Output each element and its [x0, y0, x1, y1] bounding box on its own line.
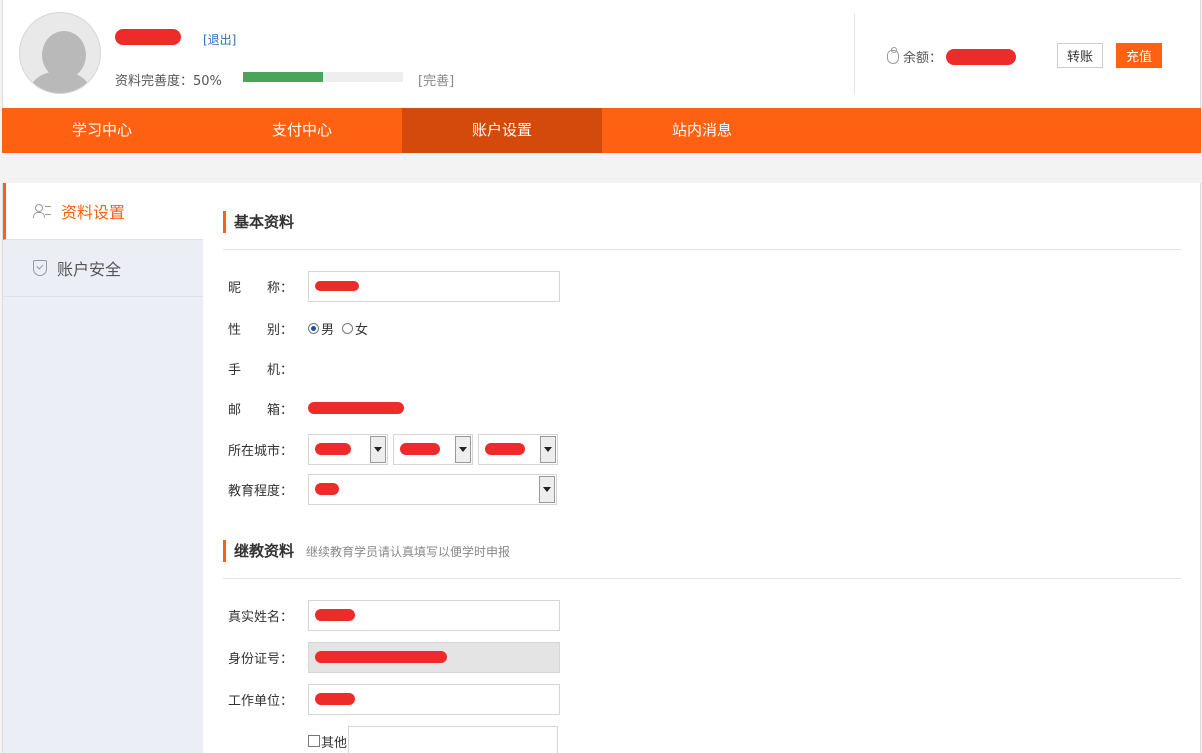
- money-bag-icon: [887, 46, 899, 64]
- workplace-row: 工作单位：: [228, 683, 560, 715]
- balance-label: 余额：: [903, 51, 943, 66]
- sidebar-item-label: 账户安全: [57, 260, 122, 279]
- workplace-input[interactable]: [308, 683, 560, 715]
- section-title-continuing: 继教资料 继续教育学员请认真填写以便学时申报: [223, 540, 510, 562]
- complete-profile-link[interactable]: [完善]: [418, 70, 454, 89]
- sidebar-item-security[interactable]: 账户安全: [3, 240, 203, 297]
- sidebar-item-label: 资料设置: [61, 203, 126, 222]
- email-redaction: [308, 402, 404, 414]
- profile-form: 基本资料 昵 称： 性 别： 男 女 手 机： 邮 箱： 所在城市： 教育程度：…: [203, 183, 1201, 753]
- balance-redaction: [946, 48, 1017, 65]
- radio-checked-icon: [308, 322, 319, 334]
- user-card-icon: [33, 204, 51, 218]
- idcard-redaction: [315, 651, 447, 663]
- workplace-label: 工作单位：: [228, 693, 294, 709]
- province-select[interactable]: [308, 433, 388, 465]
- gender-radio-female[interactable]: 女: [342, 319, 368, 338]
- gender-label: 性 别：: [228, 322, 294, 338]
- gender-row: 性 别： 男 女: [228, 313, 376, 343]
- city-label: 所在城市：: [228, 443, 294, 459]
- avatar-shoulder: [30, 71, 90, 93]
- education-select[interactable]: [308, 473, 557, 505]
- balance: 余额：: [887, 46, 1017, 66]
- header-divider: [854, 14, 855, 94]
- nav-item-account-settings[interactable]: 账户设置: [402, 108, 602, 153]
- section-divider: [223, 249, 1181, 250]
- username-redaction: [115, 29, 181, 45]
- realname-redaction: [315, 609, 355, 621]
- username: [115, 26, 181, 47]
- education-row: 教育程度：: [228, 473, 557, 505]
- gender-option-label: 男: [321, 322, 335, 338]
- phone-label: 手 机：: [228, 362, 294, 378]
- nav-item-payment[interactable]: 支付中心: [202, 108, 402, 153]
- chevron-down-icon: [540, 435, 556, 463]
- avatar-corner-icon: [26, 19, 36, 29]
- sidebar: 资料设置 账户安全: [2, 183, 203, 753]
- email-label: 邮 箱：: [228, 402, 294, 418]
- radio-unchecked-icon: [342, 322, 354, 334]
- header: [退出] 资料完善度：50% [完善] 余额： 转账 充值: [2, 0, 1201, 108]
- other-input[interactable]: [348, 726, 559, 753]
- realname-row: 真实姓名：: [228, 599, 560, 631]
- education-label: 教育程度：: [228, 483, 294, 499]
- province-redaction: [315, 443, 351, 455]
- district-select[interactable]: [478, 433, 558, 465]
- idcard-row: 身份证号：: [228, 641, 560, 673]
- other-label: 其他: [321, 735, 348, 751]
- realname-input[interactable]: [308, 599, 560, 631]
- city-select[interactable]: [393, 433, 473, 465]
- shield-check-icon: [33, 260, 47, 276]
- chevron-down-icon: [539, 475, 555, 503]
- other-row: 其他: [308, 726, 559, 753]
- district-redaction: [485, 443, 525, 455]
- other-checkbox[interactable]: [308, 735, 320, 747]
- gender-option-label: 女: [355, 322, 369, 338]
- gender-radio-male[interactable]: 男: [308, 319, 334, 338]
- education-redaction: [315, 483, 339, 495]
- phone-row: 手 机：: [228, 353, 308, 383]
- idcard-input[interactable]: [308, 641, 560, 673]
- nickname-label: 昵 称：: [228, 280, 294, 296]
- workplace-redaction: [315, 693, 355, 705]
- completion-label: 资料完善度：50%: [115, 74, 222, 89]
- completion-progress-bar: [243, 72, 403, 82]
- sidebar-item-profile[interactable]: 资料设置: [3, 183, 203, 240]
- city-row: 所在城市：: [228, 433, 558, 465]
- nickname-input[interactable]: [308, 270, 560, 302]
- city-redaction: [400, 443, 440, 455]
- nickname-redaction: [315, 281, 359, 291]
- nav-item-messages[interactable]: 站内消息: [602, 108, 802, 153]
- main-nav: 学习中心 支付中心 账户设置 站内消息: [2, 108, 1201, 153]
- nav-item-learning[interactable]: 学习中心: [2, 108, 202, 153]
- section-title-basic: 基本资料: [223, 211, 294, 233]
- recharge-button[interactable]: 充值: [1116, 43, 1162, 68]
- continuing-title: 继教资料: [234, 542, 295, 560]
- avatar[interactable]: [19, 12, 101, 94]
- chevron-down-icon: [455, 435, 471, 463]
- logout-link[interactable]: [退出]: [203, 31, 236, 48]
- realname-label: 真实姓名：: [228, 609, 294, 625]
- completion-progress-fill: [243, 72, 323, 82]
- continuing-note: 继续教育学员请认真填写以便学时申报: [306, 545, 511, 559]
- section-divider: [223, 578, 1181, 579]
- idcard-label: 身份证号：: [228, 651, 294, 667]
- transfer-button[interactable]: 转账: [1057, 43, 1103, 68]
- chevron-down-icon: [370, 435, 386, 463]
- email-row: 邮 箱：: [228, 393, 404, 423]
- nickname-row: 昵 称：: [228, 270, 560, 302]
